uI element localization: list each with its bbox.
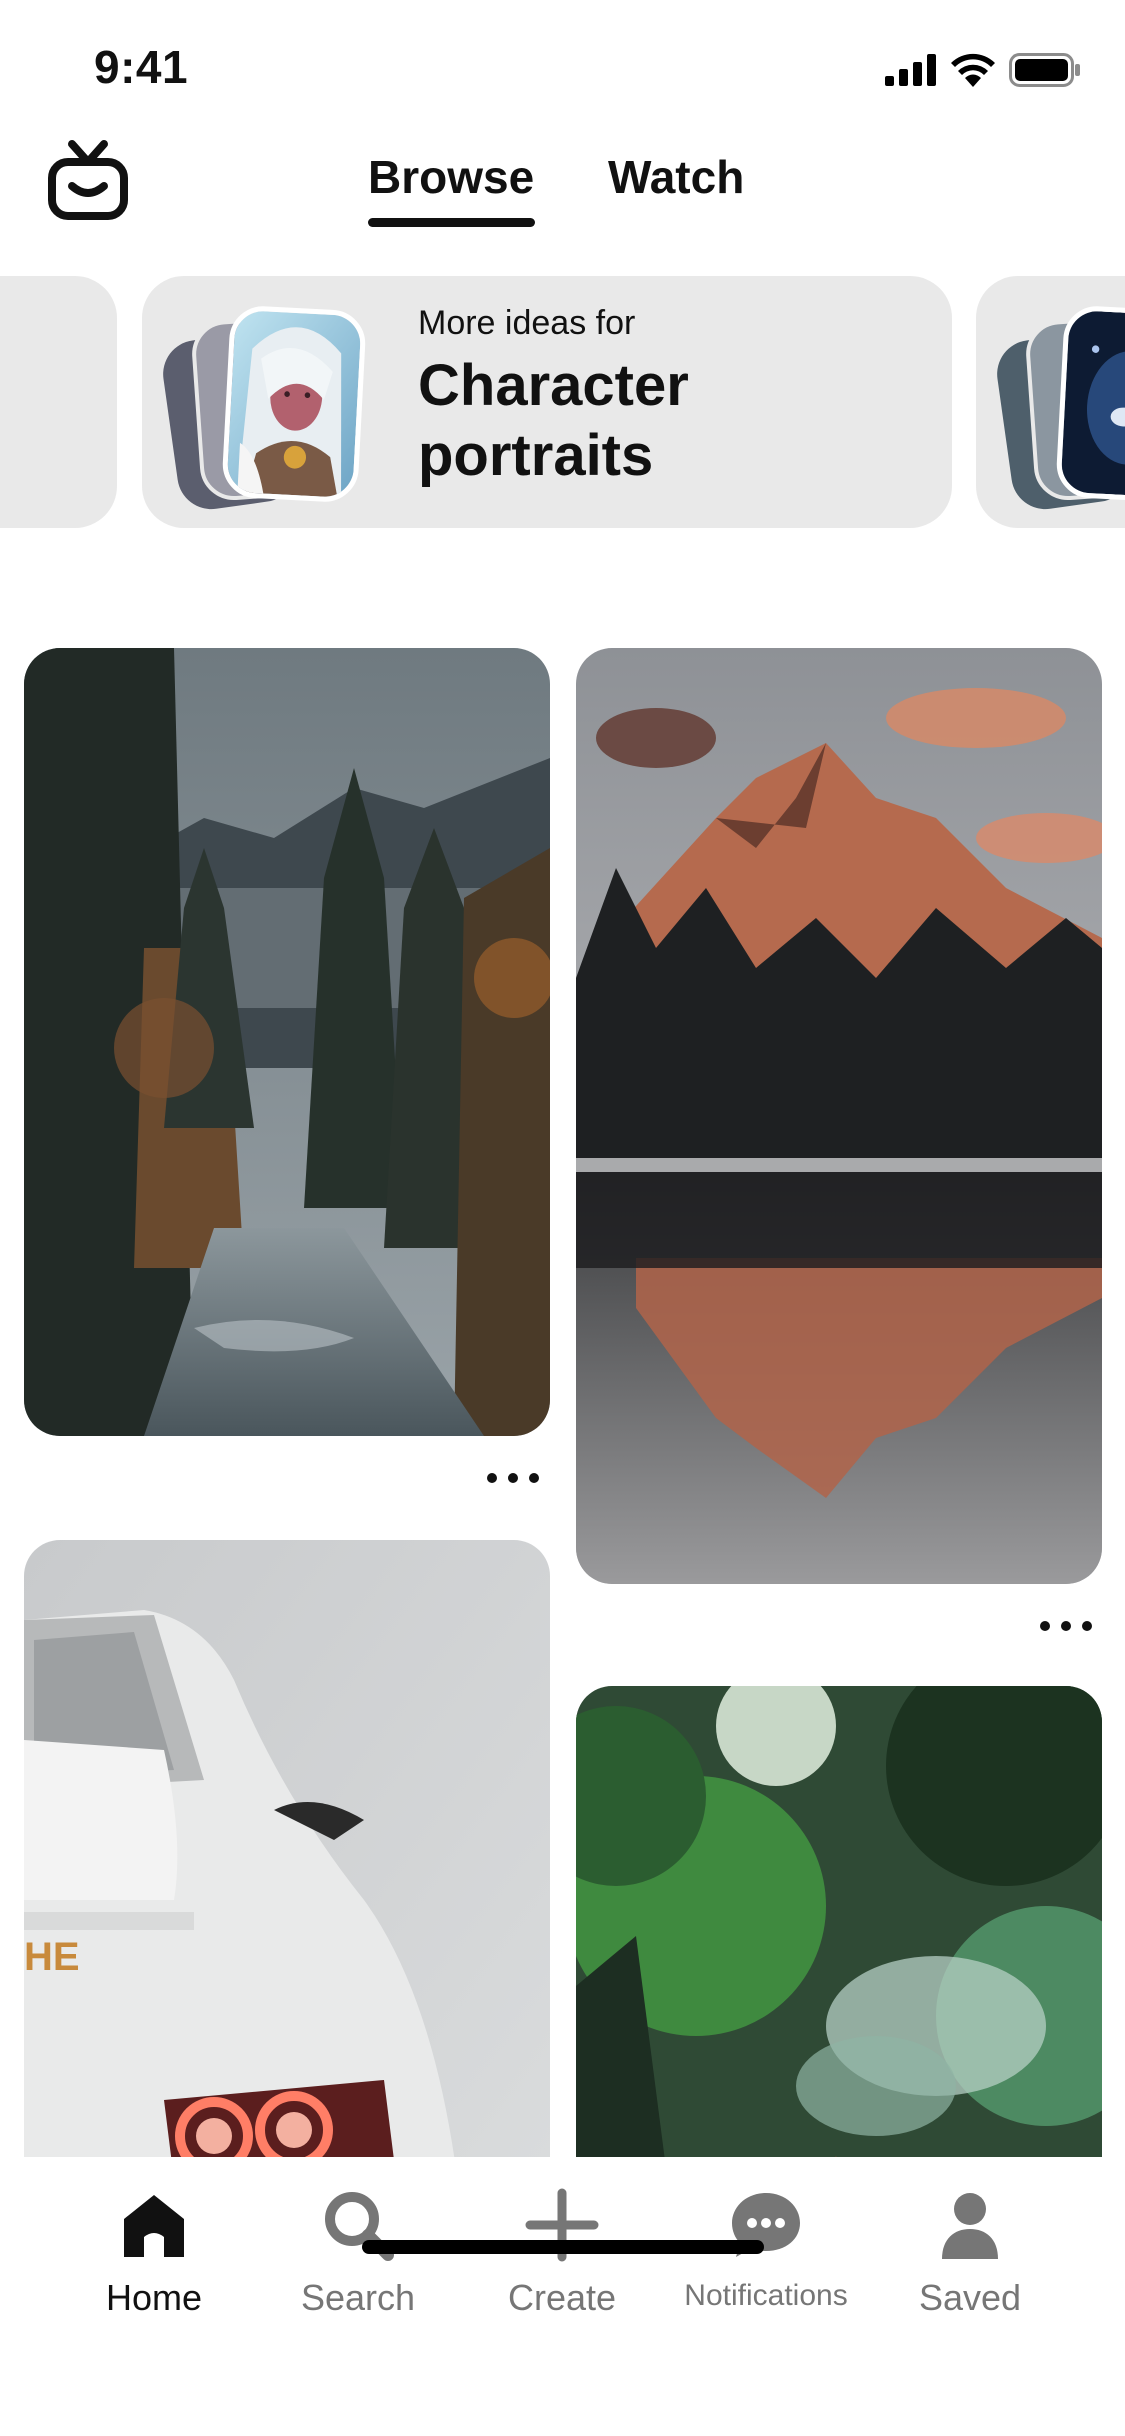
idea-card-previous[interactable] [0,276,117,528]
nav-notifications-label: Notifications [684,2279,848,2312]
idea-card-character-portraits[interactable]: More ideas for Character portraits [142,276,952,528]
status-icons [885,50,1081,90]
pin-mountain-lake[interactable] [576,648,1102,1584]
top-tabs: Browse Watch [0,140,1125,240]
active-tab-indicator [368,218,535,227]
wifi-icon [951,53,995,87]
idea-card-title: Character portraits [418,353,689,488]
home-icon [124,2195,184,2257]
nav-saved[interactable]: Saved [868,2185,1072,2319]
nav-home-label: Home [105,2277,203,2318]
pin-forest-river[interactable] [24,648,550,1436]
character-portrait-image [221,304,367,504]
bottom-navigation: Home Search Create Notifications Saved [0,2157,1125,2436]
more-options-button[interactable] [487,1464,539,1492]
tab-browse[interactable]: Browse [368,150,534,204]
home-indicator [362,2240,764,2254]
profile-icon [942,2193,998,2259]
battery-icon [1009,53,1080,87]
idea-card-next[interactable] [976,276,1125,528]
nav-create-label: Create [507,2277,617,2318]
nav-home[interactable]: Home [52,2185,256,2319]
idea-card-subtitle: More ideas for [418,304,636,342]
status-bar: 9:41 [0,0,1125,135]
nav-search-label: Search [300,2277,416,2318]
more-options-button[interactable] [1040,1612,1092,1640]
ideas-carousel[interactable]: More ideas for Character portraits [0,276,1125,528]
idea-image-stack-next [992,300,1125,514]
pin-white-sports-car[interactable]: HE [24,1540,550,2240]
nav-saved-label: Saved [918,2277,1022,2318]
cellular-signal-icon [885,54,936,86]
status-time: 9:41 [94,41,189,93]
svg-text:HE: HE [24,1935,80,1979]
idea-card-text: More ideas for Character portraits [418,304,689,491]
next-idea-image [1055,304,1125,504]
idea-image-stack [158,300,400,514]
tab-watch[interactable]: Watch [608,150,744,204]
